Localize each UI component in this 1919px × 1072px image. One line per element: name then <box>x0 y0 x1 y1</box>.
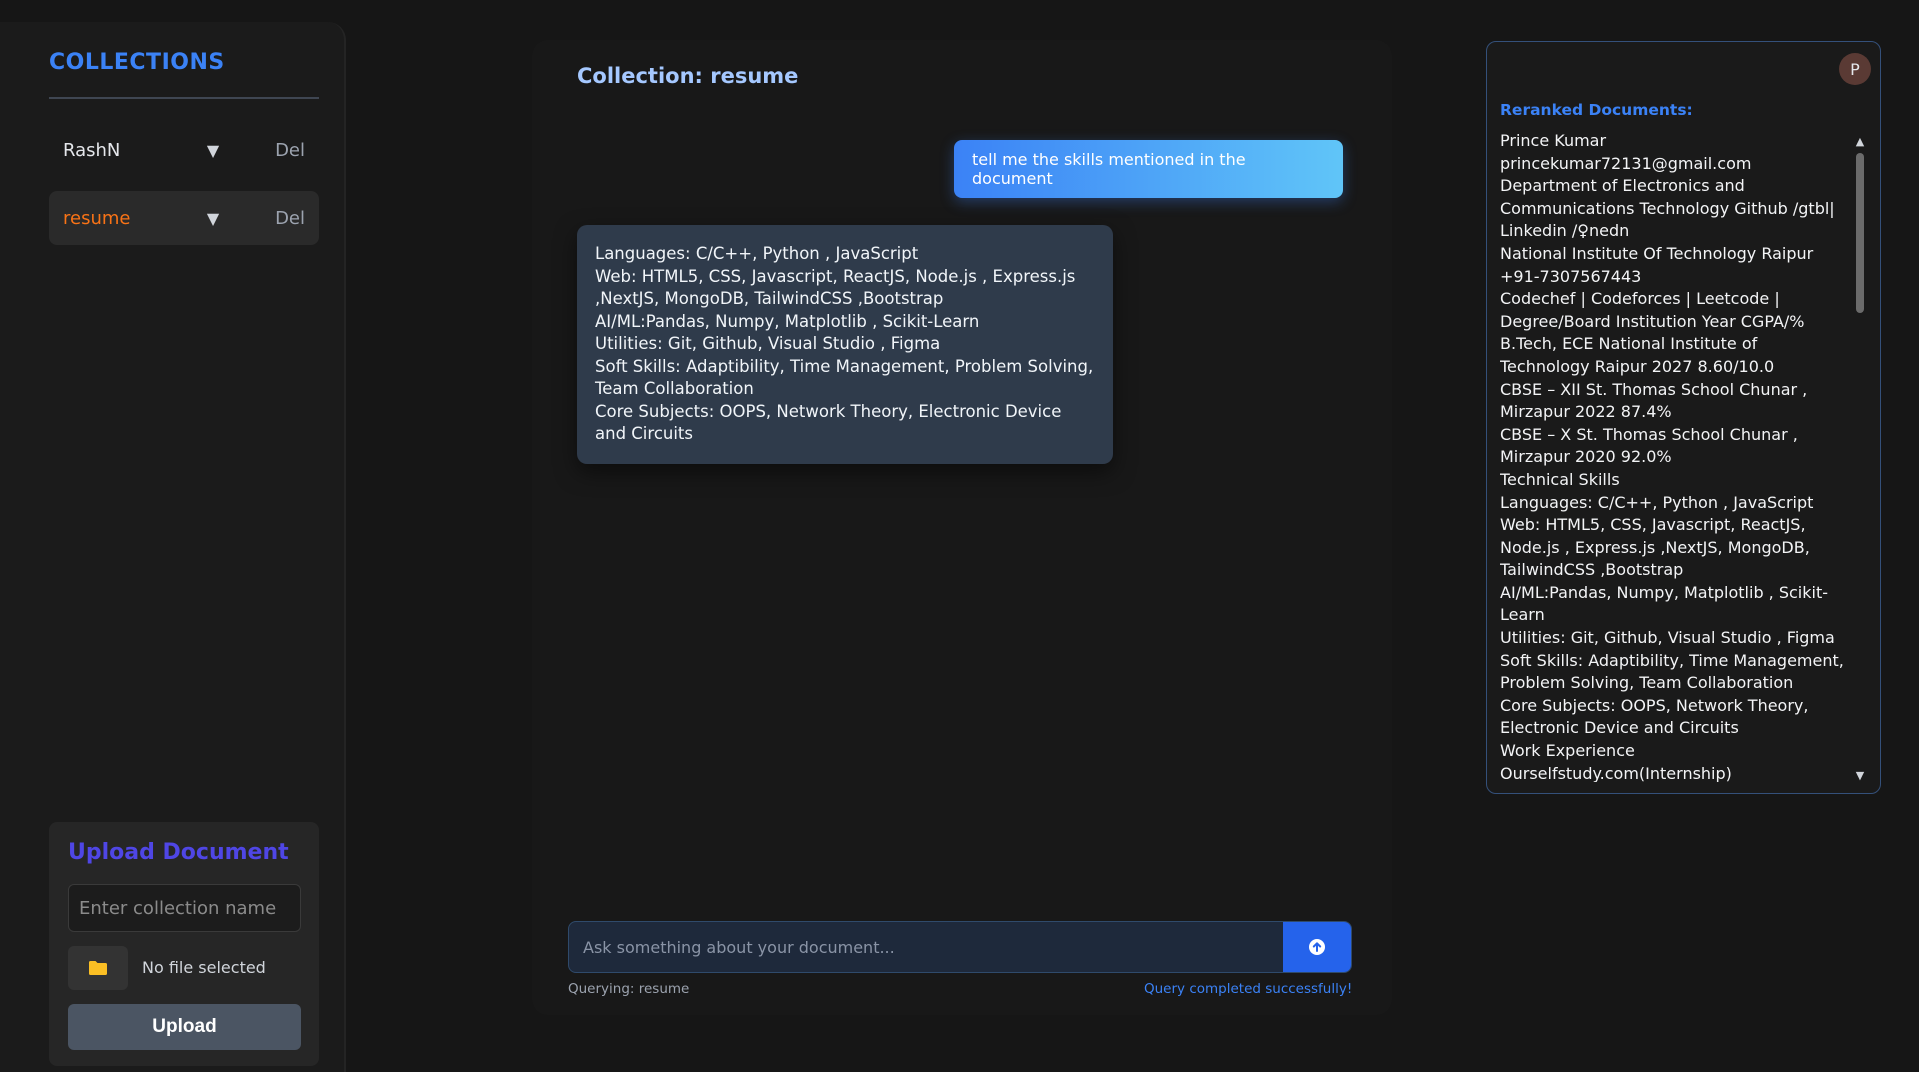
assistant-message: Languages: C/C++, Python , JavaScript We… <box>577 225 1113 464</box>
question-input[interactable] <box>569 922 1283 972</box>
reranked-line: Department of Electronics and Communicat… <box>1500 176 1835 241</box>
collections-divider <box>49 97 319 99</box>
app: COLLECTIONS RashN ▼ Del resume ▼ Del Upl… <box>0 0 1919 1072</box>
upload-button[interactable]: Upload <box>68 1004 301 1050</box>
user-message-text: tell me the skills mentioned in the docu… <box>972 150 1246 188</box>
assistant-line: Soft Skills: Adaptibility, Time Manageme… <box>595 356 1094 399</box>
folder-icon <box>89 961 107 975</box>
scroll-down-icon[interactable]: ▼ <box>1853 769 1867 783</box>
chevron-down-icon[interactable]: ▼ <box>193 141 233 160</box>
reranked-line: Codechef | Codeforces | Leetcode | <box>1500 289 1780 309</box>
upload-document-card: Upload Document No file selected Upload <box>49 822 319 1066</box>
upload-title: Upload Document <box>68 840 289 865</box>
collection-item-resume[interactable]: resume ▼ Del <box>49 191 319 245</box>
reranked-line: CBSE – XII St. Thomas School Chunar , Mi… <box>1500 379 1808 422</box>
reranked-line: Soft Skills: Adaptibility, Time Manageme… <box>1500 650 1844 693</box>
reranked-content[interactable]: Prince Kumar princekumar72131@gmail.com … <box>1500 130 1845 782</box>
collection-name[interactable]: resume <box>63 208 193 229</box>
reranked-line: Ourselfstudy.com(Internship) <box>1500 763 1732 782</box>
reranked-line: CBSE – X St. Thomas School Chunar , Mirz… <box>1500 424 1798 467</box>
collection-name-input[interactable] <box>68 884 301 932</box>
reranked-line: Prince Kumar <box>1500 131 1607 150</box>
collections-title: COLLECTIONS <box>49 50 225 75</box>
send-button[interactable] <box>1283 922 1351 972</box>
assistant-line: Core Subjects: OOPS, Network Theory, Ele… <box>595 401 1062 444</box>
delete-collection-button[interactable]: Del <box>275 140 305 161</box>
chat-title: Collection: resume <box>577 64 799 88</box>
reranked-line: Core Subjects: OOPS, Network Theory, Ele… <box>1500 695 1809 738</box>
collection-name[interactable]: RashN <box>63 140 193 161</box>
scrollbar[interactable]: ▲ ▼ <box>1853 135 1867 783</box>
ask-bar <box>568 921 1352 973</box>
reranked-line: Technical Skills <box>1500 469 1620 489</box>
sidebar: COLLECTIONS RashN ▼ Del resume ▼ Del Upl… <box>0 22 346 1072</box>
reranked-line: B.Tech, ECE National Institute of Techno… <box>1500 334 1775 376</box>
chevron-down-icon[interactable]: ▼ <box>193 209 233 228</box>
avatar[interactable]: P <box>1839 53 1871 85</box>
choose-file-button[interactable] <box>68 946 128 990</box>
reranked-line: princekumar72131@gmail.com <box>1500 153 1752 173</box>
arrow-up-circle-icon <box>1309 939 1325 955</box>
scroll-up-icon[interactable]: ▲ <box>1853 135 1867 149</box>
file-status: No file selected <box>142 958 266 977</box>
reranked-documents-panel: P Reranked Documents: Prince Kumar princ… <box>1486 41 1881 794</box>
reranked-line: AI/ML:Pandas, Numpy, Matplotlib , Scikit… <box>1500 582 1829 625</box>
reranked-line: Work Experience <box>1500 741 1635 761</box>
reranked-line: Languages: C/C++, Python , JavaScript <box>1500 492 1814 512</box>
scroll-thumb[interactable] <box>1856 153 1864 313</box>
assistant-line: Utilities: Git, Github, Visual Studio , … <box>595 334 941 353</box>
reranked-line: Utilities: Git, Github, Visual Studio , … <box>1500 628 1835 648</box>
query-status: Querying: resume <box>568 981 690 997</box>
query-result-status: Query completed successfully! <box>1144 981 1353 997</box>
reranked-line: Degree/Board Institution Year CGPA/% <box>1500 311 1805 331</box>
reranked-line: National Institute Of Technology Raipur … <box>1500 243 1814 286</box>
assistant-line: Web: HTML5, CSS, Javascript, ReactJS, No… <box>595 266 1076 309</box>
delete-collection-button[interactable]: Del <box>275 208 305 229</box>
reranked-title: Reranked Documents: <box>1500 101 1693 119</box>
assistant-line: Languages: C/C++, Python , JavaScript <box>595 244 919 263</box>
collection-item-rashn[interactable]: RashN ▼ Del <box>49 123 319 177</box>
assistant-line: AI/ML:Pandas, Numpy, Matplotlib , Scikit… <box>595 311 980 331</box>
user-message: tell me the skills mentioned in the docu… <box>954 140 1343 198</box>
reranked-line: Web: HTML5, CSS, Javascript, ReactJS, No… <box>1500 515 1810 580</box>
